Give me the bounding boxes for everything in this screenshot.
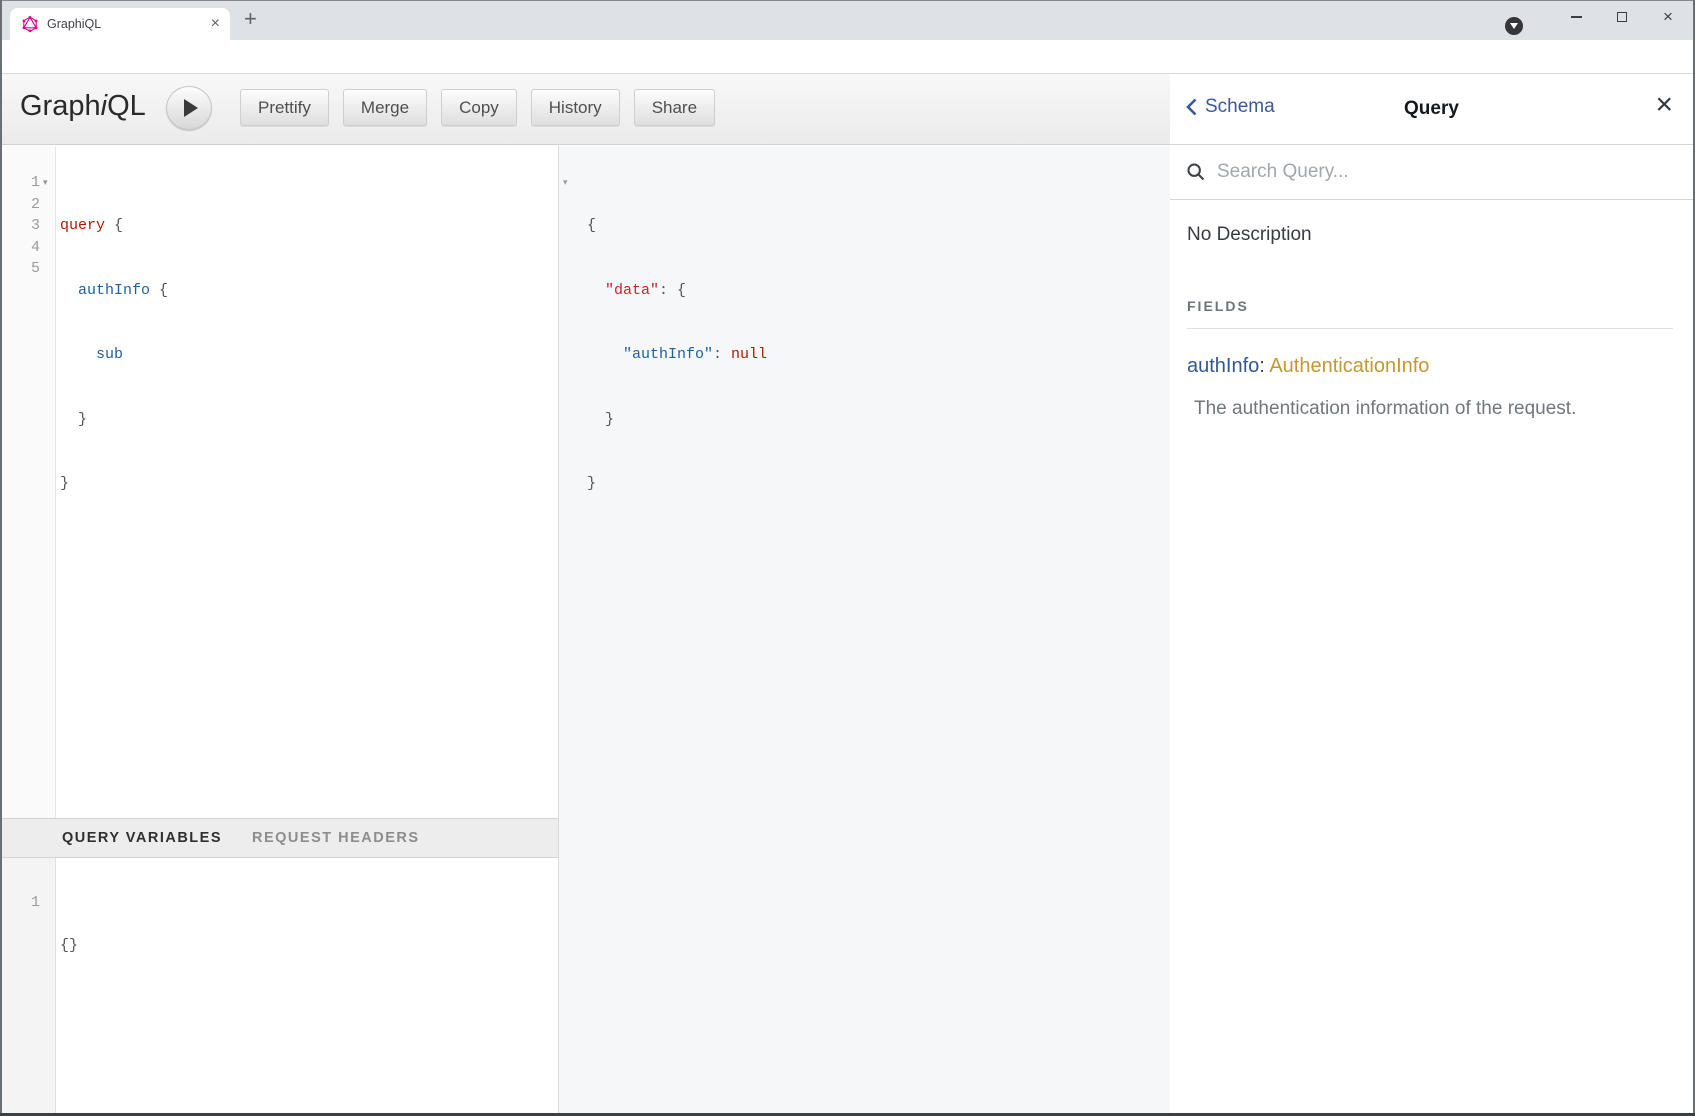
code-line: "authInfo": null — [587, 344, 767, 366]
code-line: query { — [60, 215, 168, 237]
variables-editor[interactable]: 1 {} — [0, 858, 558, 1113]
docs-body: No Description FIELDS authInfo: Authenti… — [1170, 200, 1693, 420]
window-controls: × — [1553, 0, 1691, 40]
field-type-link[interactable]: AuthenticationInfo — [1269, 355, 1429, 377]
window-border-top — [0, 0, 1695, 1]
code-line: sub — [60, 344, 168, 366]
response-json: { "data": { "authInfo": null } } — [587, 172, 767, 538]
fold-arrow-icon[interactable]: ▾ — [43, 173, 48, 195]
toolbar-buttons: Prettify Merge Copy History Share — [240, 89, 715, 126]
field-name-link[interactable]: authInfo — [1187, 355, 1259, 377]
docs-search-row — [1170, 145, 1693, 200]
close-button[interactable]: × — [1645, 0, 1691, 40]
code-line: } — [60, 473, 168, 495]
share-button[interactable]: Share — [634, 89, 715, 126]
variables-editor-gutter: 1 — [0, 858, 56, 1113]
tab-request-headers[interactable]: REQUEST HEADERS — [252, 830, 420, 846]
fields-divider — [1187, 328, 1673, 329]
graphiql-logo: GraphiQL — [20, 90, 146, 123]
tab-query-variables[interactable]: QUERY VARIABLES — [62, 830, 222, 846]
docs-title: Query — [1170, 98, 1693, 120]
field-row: authInfo: AuthenticationInfo — [1187, 355, 1673, 378]
graphql-favicon-icon — [22, 16, 38, 32]
code-line: "data": { — [587, 280, 767, 302]
doc-explorer-header: Schema Query × — [1170, 74, 1693, 145]
minimize-button[interactable] — [1553, 0, 1599, 40]
titlebar: GraphiQL × + × — [0, 0, 1695, 40]
field-description: The authentication information of the re… — [1194, 398, 1673, 420]
code-line: {} — [60, 935, 114, 957]
code-line: authInfo { — [60, 280, 168, 302]
execute-query-button[interactable] — [166, 86, 212, 130]
window-border-left — [0, 0, 2, 1116]
docs-search-input[interactable] — [1217, 161, 1637, 183]
doc-explorer: Schema Query × No Description FIELDS aut… — [1170, 74, 1693, 1113]
fold-arrow-icon[interactable]: ▾ — [563, 178, 568, 188]
chrome-update-icon[interactable] — [1505, 17, 1523, 35]
browser-tab[interactable]: GraphiQL × — [10, 8, 230, 40]
docs-close-icon[interactable]: × — [1655, 88, 1673, 122]
maximize-button[interactable] — [1599, 0, 1645, 40]
search-icon — [1187, 163, 1205, 181]
code-line: } — [587, 409, 767, 431]
prettify-button[interactable]: Prettify — [240, 89, 329, 126]
graphiql-toolbar: GraphiQL Prettify Merge Copy History Sha… — [0, 74, 1170, 145]
type-description: No Description — [1187, 224, 1673, 246]
code-line: } — [60, 409, 168, 431]
code-line: { — [587, 215, 767, 237]
result-viewer: ▾ { "data": { "authInfo": null } } — [559, 146, 1170, 1113]
copy-button[interactable]: Copy — [441, 89, 517, 126]
query-editor[interactable]: 1▾ 2 3 4 5 query { authInfo { sub } } — [0, 146, 558, 818]
browser-window: GraphiQL × + × — [0, 0, 1695, 1116]
play-icon — [184, 99, 198, 117]
history-button[interactable]: History — [531, 89, 620, 126]
code-line: } — [587, 473, 767, 495]
query-editor-gutter: 1▾ 2 3 4 5 — [0, 146, 56, 818]
variables-code[interactable]: {} — [60, 892, 114, 1000]
fields-heading: FIELDS — [1187, 298, 1673, 314]
query-code[interactable]: query { authInfo { sub } } — [60, 172, 168, 538]
address-bar: localhost:3000/graphql P — [0, 40, 1695, 74]
tab-close-icon[interactable]: × — [211, 16, 220, 32]
new-tab-button[interactable]: + — [244, 6, 257, 32]
tab-title: GraphiQL — [47, 17, 211, 31]
secondary-editor-titlebar: QUERY VARIABLES REQUEST HEADERS — [0, 818, 558, 858]
merge-button[interactable]: Merge — [343, 89, 427, 126]
